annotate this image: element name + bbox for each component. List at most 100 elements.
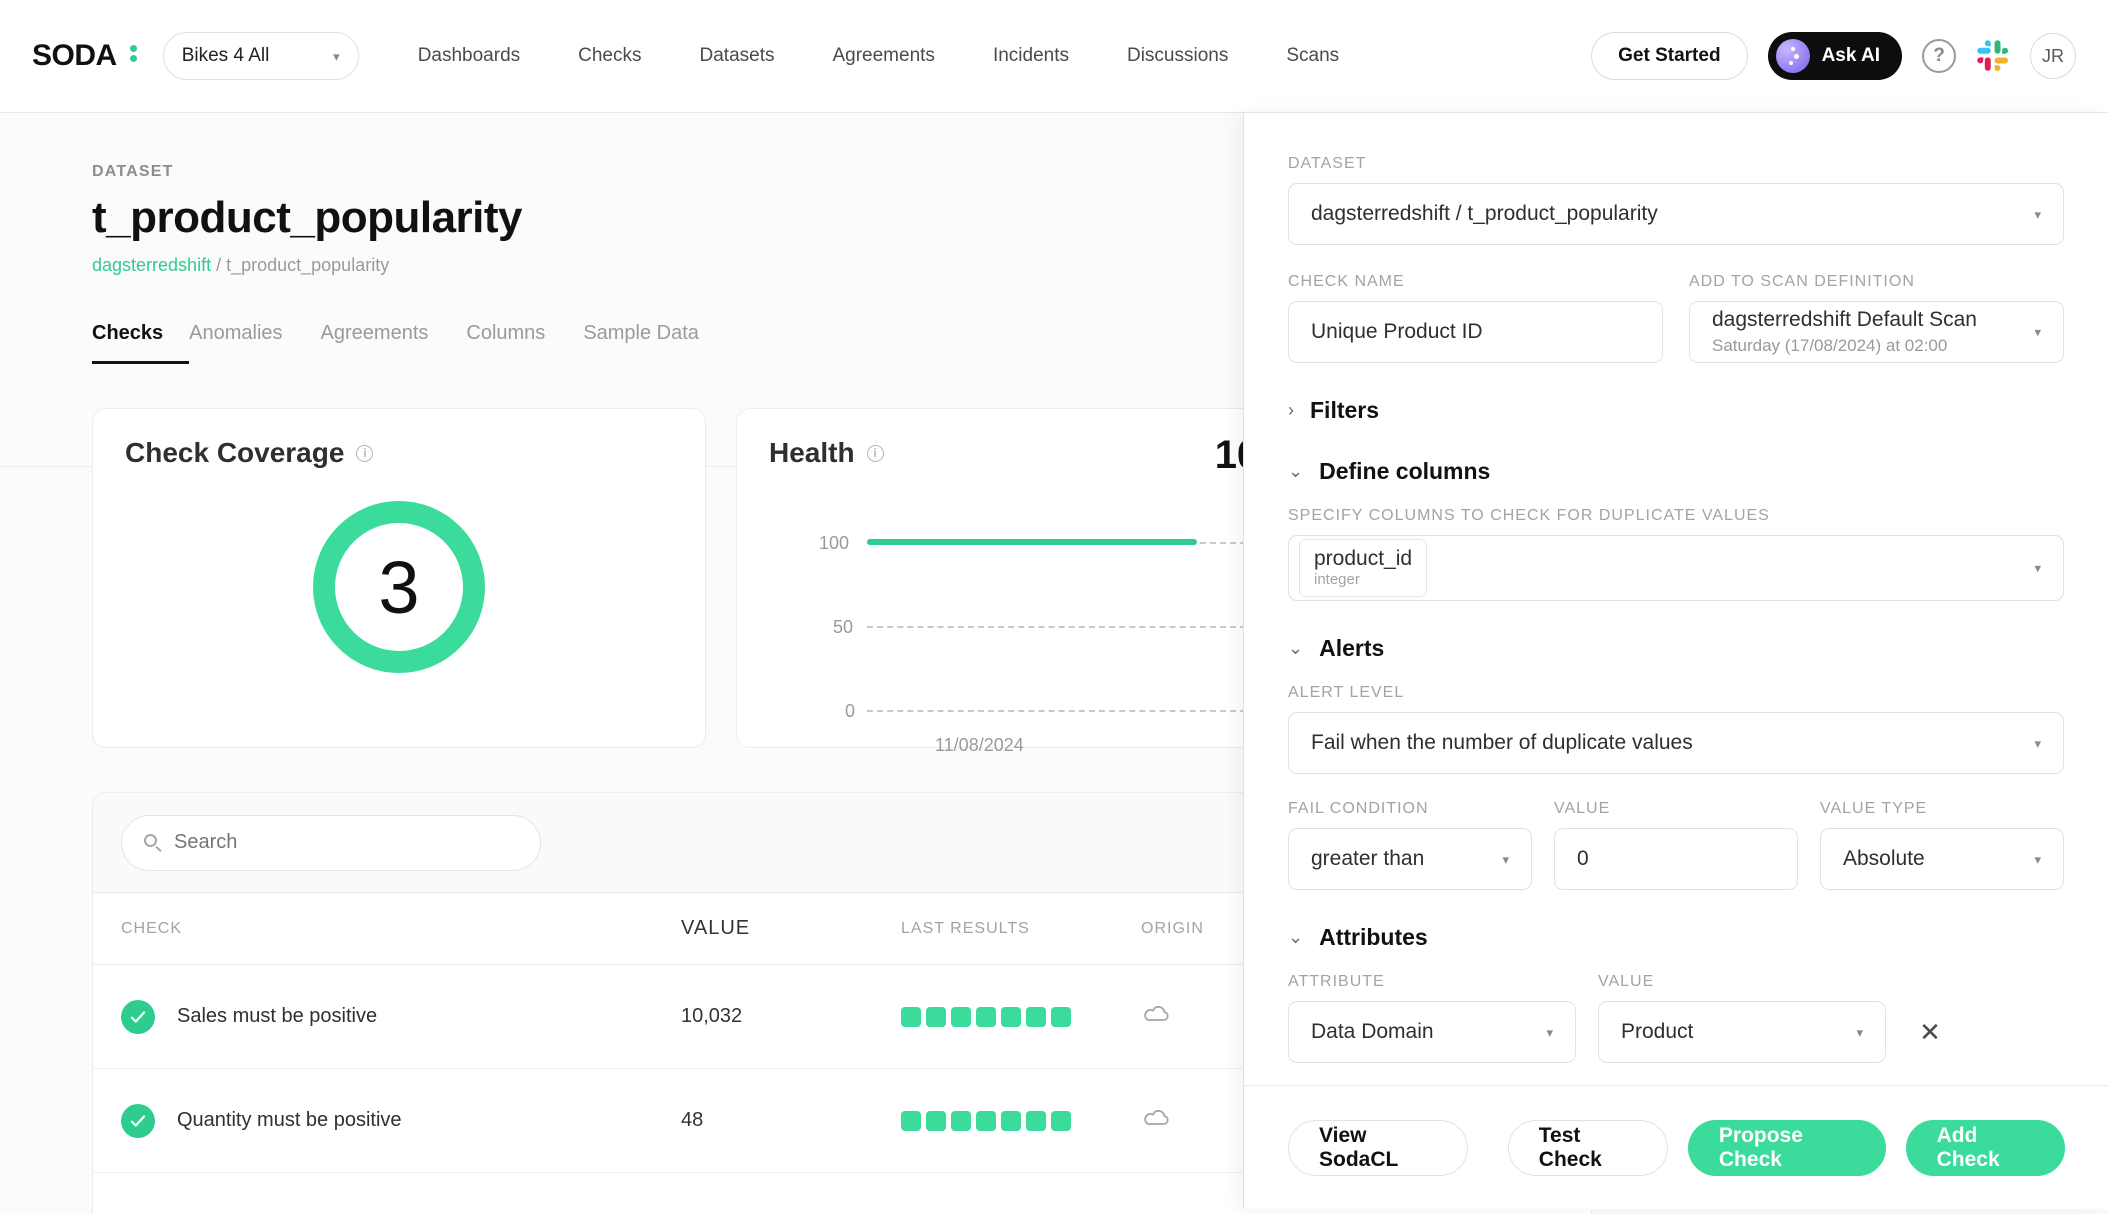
nav-link-checks[interactable]: Checks [549,45,670,67]
check-coverage-title-text: Check Coverage [125,437,344,469]
column-chip-type: integer [1314,572,1412,589]
value-type-select[interactable]: Absolute ▾ [1820,828,2064,890]
fail-condition-label: FAIL CONDITION [1288,800,1532,818]
cloud-icon [1141,1004,1171,1024]
dataset-field-label: DATASET [1288,155,2064,173]
breadcrumb-separator: / [211,255,226,275]
propose-check-button[interactable]: Propose Check [1688,1120,1886,1176]
fail-condition-select[interactable]: greater than ▾ [1288,828,1532,890]
breadcrumb-table: t_product_popularity [226,255,389,275]
y-tick-100: 100 [819,533,849,554]
soda-logo[interactable]: SODA [32,39,137,73]
main-nav-links: Dashboards Checks Datasets Agreements In… [389,45,1368,67]
tab-anomalies[interactable]: Anomalies [189,322,320,364]
check-coverage-card: Check Coverage i 3 [92,408,706,748]
view-sodacl-button[interactable]: View SodaCL [1288,1120,1468,1176]
y-tick-50: 50 [833,617,853,638]
app-root: SODA Bikes 4 All ▾ Dashboards Checks Dat… [0,0,2108,1214]
scan-definition-label: ADD TO SCAN DEFINITION [1689,273,2064,291]
avatar[interactable]: JR [2030,33,2076,79]
org-selector[interactable]: Bikes 4 All ▾ [163,32,359,80]
get-started-button[interactable]: Get Started [1591,32,1747,80]
chevron-down-icon: ▾ [2034,737,2041,750]
tab-agreements[interactable]: Agreements [321,322,467,364]
chevron-down-icon: ▾ [2034,326,2041,339]
row-last-results [901,1007,1141,1027]
nav-link-agreements[interactable]: Agreements [803,45,963,67]
info-icon[interactable]: i [867,445,884,462]
define-columns-title: Define columns [1319,458,1490,485]
breadcrumb-source[interactable]: dagsterredshift [92,255,211,275]
health-series-line [867,539,1197,545]
chevron-down-icon: ▾ [1856,1026,1863,1039]
chevron-down-icon: ⌄ [1288,927,1303,948]
column-chip-name: product_id [1314,547,1412,570]
alert-level-select[interactable]: Fail when the number of duplicate values… [1288,712,2064,774]
chevron-down-icon: ⌄ [1288,638,1303,659]
threshold-value-group: VALUE 0 [1554,800,1798,890]
specify-columns-label: SPECIFY COLUMNS TO CHECK FOR DUPLICATE V… [1288,507,2064,525]
tab-columns[interactable]: Columns [466,322,583,364]
attribute-1-select[interactable]: Data Domain ▾ [1288,1001,1576,1063]
nav-right-actions: Get Started Ask AI ? JR [1591,32,2076,80]
test-check-button[interactable]: Test Check [1508,1120,1668,1176]
chevron-down-icon: ▾ [2034,208,2041,221]
nav-link-scans[interactable]: Scans [1257,45,1368,67]
chevron-down-icon: ▾ [2034,853,2041,866]
status-pass-icon [121,1104,155,1138]
threshold-value: 0 [1577,847,1589,871]
columns-multiselect[interactable]: product_id integer ▾ [1288,535,2064,601]
cloud-icon [1141,1108,1171,1128]
nav-link-discussions[interactable]: Discussions [1098,45,1257,67]
slack-icon[interactable] [1976,39,2010,73]
scan-definition-value: dagsterredshift Default Scan [1712,308,1977,332]
help-icon[interactable]: ? [1922,39,1956,73]
search-input[interactable] [174,831,518,854]
column-header-value: VALUE [681,917,901,940]
nav-link-incidents[interactable]: Incidents [964,45,1098,67]
ask-ai-label: Ask AI [1822,45,1880,67]
y-tick-0: 0 [845,701,855,722]
column-chip-product-id[interactable]: product_id integer [1299,539,1427,597]
scan-definition-select[interactable]: dagsterredshift Default Scan Saturday (1… [1689,301,2064,363]
check-name-value: Unique Product ID [1311,320,1483,344]
logo-dots-icon [120,45,137,62]
dataset-select[interactable]: dagsterredshift / t_product_popularity ▾ [1288,183,2064,245]
remove-attribute-button[interactable]: ✕ [1908,1001,1952,1063]
nav-link-dashboards[interactable]: Dashboards [389,45,549,67]
threshold-value-label: VALUE [1554,800,1798,818]
add-check-button[interactable]: Add Check [1906,1120,2065,1176]
attribute-1-value-select[interactable]: Product ▾ [1598,1001,1886,1063]
check-coverage-title: Check Coverage i [125,437,373,469]
row-value: 10,032 [681,1005,901,1028]
check-name: Sales must be positive [177,1005,377,1028]
filters-section-header[interactable]: › Filters [1288,397,2064,424]
column-header-check: CHECK [121,920,681,938]
coverage-ring: 3 [313,501,485,673]
tab-sample-data[interactable]: Sample Data [583,322,737,364]
panel-footer: View SodaCL Test Check Propose Check Add… [1244,1085,2108,1209]
check-name: Quantity must be positive [177,1109,402,1132]
row-last-results [901,1111,1141,1131]
chevron-down-icon: ▾ [1546,1026,1553,1039]
nav-link-datasets[interactable]: Datasets [671,45,804,67]
tab-checks[interactable]: Checks [92,322,189,364]
logo-text: SODA [32,39,117,73]
attribute-1-value-text: Product [1621,1020,1693,1044]
info-icon[interactable]: i [356,445,373,462]
fail-condition-group: FAIL CONDITION greater than ▾ [1288,800,1532,890]
search-icon [144,834,162,852]
row-value: 48 [681,1109,901,1132]
search-box[interactable] [121,815,541,871]
define-columns-section-header[interactable]: ⌄ Define columns [1288,458,2064,485]
alerts-section-header[interactable]: ⌄ Alerts [1288,635,2064,662]
attributes-section-header[interactable]: ⌄ Attributes [1288,924,2064,951]
check-name-input[interactable]: Unique Product ID [1288,301,1663,363]
health-title: Health i [769,437,884,469]
threshold-value-input[interactable]: 0 [1554,828,1798,890]
value-type-value: Absolute [1843,847,1925,871]
ask-ai-button[interactable]: Ask AI [1768,32,1902,80]
coverage-ring-circle: 3 [313,501,485,673]
x-tick-label: 11/08/2024 [935,735,1024,756]
scan-definition-group: ADD TO SCAN DEFINITION dagsterredshift D… [1689,273,2064,363]
